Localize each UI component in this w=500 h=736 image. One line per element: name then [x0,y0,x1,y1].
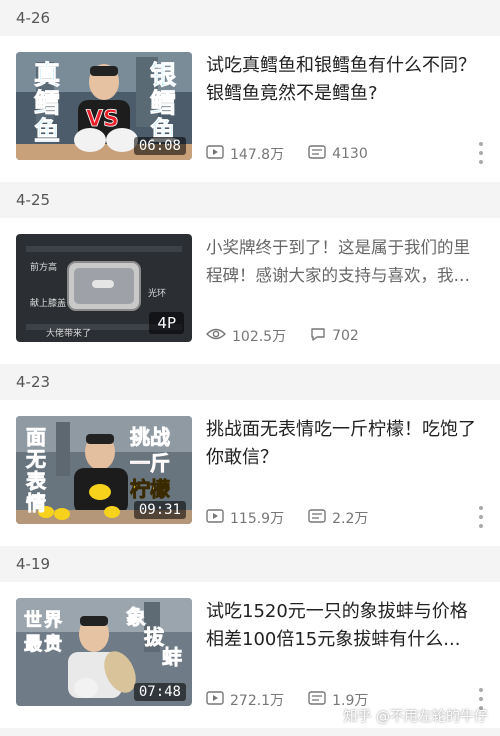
comment-count: 702 [332,328,359,344]
thumb-text: 光环 [148,287,166,299]
video-duration: 07:48 [133,683,186,701]
comment-bubble-icon [310,327,326,345]
thumb-text: 贵 [44,634,62,655]
thumb-text: 最 [24,634,43,655]
video-title[interactable]: 小奖牌终于到了！这是属于我们的里程碑！感谢大家的支持与喜欢，我会努力做好每一期.… [206,234,476,290]
thumb-text: 前方高 [30,261,57,273]
video-duration: 06:08 [133,137,186,155]
comment-count: 4130 [332,146,368,162]
video-stats: 147.8万 4130 [206,144,392,164]
date-header: 4-25 [16,191,51,209]
video-card[interactable]: 面 无 表 情 挑战 一斤 柠檬 09:31 挑战面无表情吃一斤柠檬！吃饱了你敢… [0,400,500,546]
play-count-icon [206,509,224,527]
video-stats: 102.5万 702 [206,326,383,346]
video-duration: 09:31 [133,501,186,519]
watermark: 知乎 @不用左轮的牛仔 [343,709,488,725]
thumb-text: 情 [26,491,46,515]
video-thumbnail[interactable]: 面 无 表 情 挑战 一斤 柠檬 09:31 [16,416,192,524]
date-header: 4-19 [16,555,51,573]
thumb-text: 银 [150,61,177,91]
part-count-badge: 4P [149,312,184,334]
thumb-text: 界 [44,610,62,631]
play-count: 272.1万 [230,693,285,709]
video-thumbnail[interactable]: 真 鳕 鱼 银 鳕 鱼 VS 06:08 [16,52,192,160]
thumb-text: 鱼 [34,117,60,147]
play-count-icon [206,145,224,163]
eye-icon [206,327,226,345]
danmaku-icon [308,145,326,163]
play-count: 147.8万 [230,147,285,163]
thumb-text: 象 [126,605,146,629]
video-stats: 115.9万 2.2万 [206,508,392,528]
date-header: 4-23 [16,373,51,391]
thumb-text: 鳕 [34,89,60,119]
comment-count: 2.2万 [332,511,369,527]
play-count: 102.5万 [232,329,287,345]
thumb-text: VS [86,107,119,132]
thumb-text: 一斤 [130,451,170,475]
video-title[interactable]: 试吃1520元一只的象拔蚌与价格相差100倍15元象拔蚌有什么... [206,598,476,654]
thumb-text: 面 [26,425,46,449]
thumb-text: 挑战 [130,425,170,449]
video-card[interactable]: 真 鳕 鱼 银 鳕 鱼 VS 06:08 试吃真鳕鱼和银鳕鱼有什么不同？银鳕鱼竟… [0,36,500,182]
video-thumbnail[interactable]: 前方高 献上膝盖 光环 大佬带来了 4P [16,234,192,342]
thumb-text: 无 [26,447,46,471]
thumb-text: 柠檬 [130,477,170,501]
thumb-text: 大佬带来了 [46,327,91,339]
thumb-text: 真 [34,61,60,91]
thumb-text: 献上膝盖 [30,297,66,309]
play-count-icon [206,691,224,709]
video-title[interactable]: 试吃真鳕鱼和银鳕鱼有什么不同？银鳕鱼竟然不是鳕鱼? [206,52,476,108]
thumb-text: 表 [26,469,47,493]
thumb-text: 鳕 [150,89,176,119]
video-card[interactable]: 前方高 献上膝盖 光环 大佬带来了 4P 小奖牌终于到了！这是属于我们的里程碑！… [0,218,500,364]
date-header: 4-26 [16,9,51,27]
more-options-icon[interactable] [478,142,484,164]
danmaku-icon [308,509,326,527]
play-count: 115.9万 [230,511,285,527]
video-title[interactable]: 挑战面无表情吃一斤柠檬！吃饱了你敢信？ [206,416,476,472]
thumb-text: 世 [24,610,42,631]
thumb-text: 蚌 [162,645,182,669]
more-options-icon[interactable] [478,506,484,528]
danmaku-icon [308,691,326,709]
video-thumbnail[interactable]: 世 界 最 贵 象 拔 蚌 07:48 [16,598,192,706]
